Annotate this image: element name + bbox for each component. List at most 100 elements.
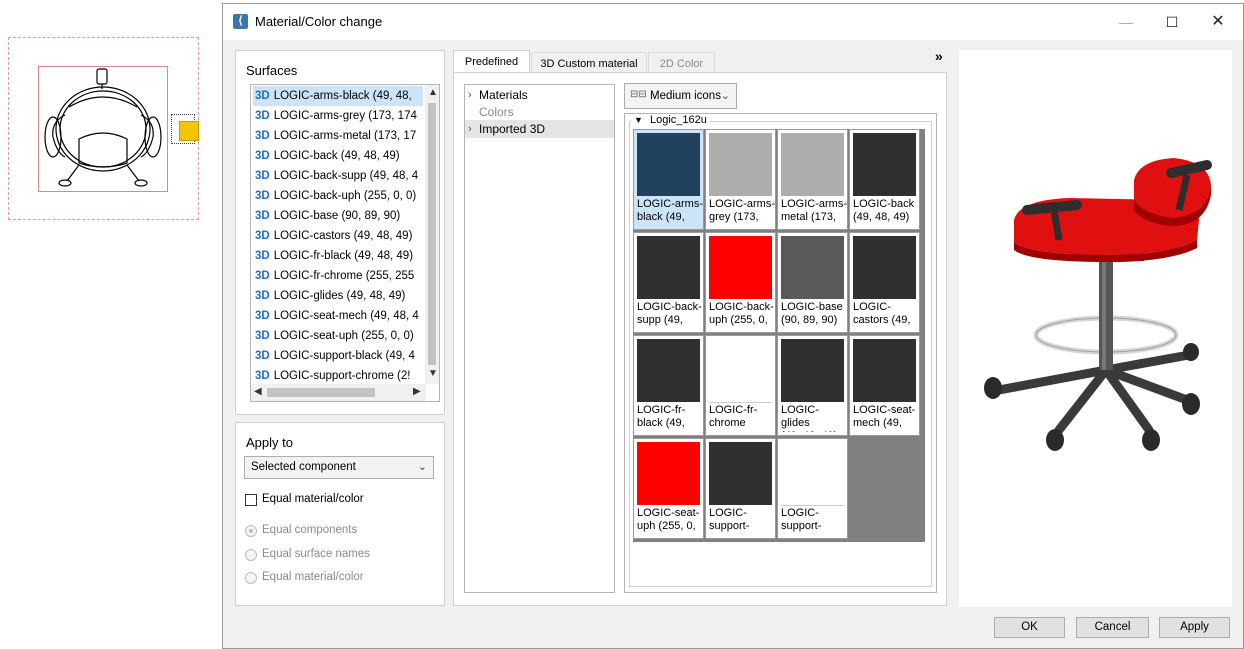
material-swatch-item[interactable]: LOGIC-back- supp (49, (633, 232, 704, 333)
surface-list-item[interactable]: 3D LOGIC-fr-black (49, 48, 49) (253, 246, 423, 266)
apply-to-select[interactable]: Selected component ⌄ (244, 456, 434, 479)
color-swatch (709, 236, 772, 299)
selected-object-frame[interactable] (38, 66, 168, 192)
tree-item-label: Materials (479, 88, 528, 102)
minimize-icon[interactable]: — (1103, 4, 1149, 40)
surfaces-vertical-scrollbar[interactable]: ▲ ▼ (425, 85, 439, 384)
surface-list-item[interactable]: 3D LOGIC-arms-black (49, 48, (253, 86, 423, 106)
surface-list-item[interactable]: 3D LOGIC-arms-grey (173, 174 (253, 106, 423, 126)
material-swatch-item[interactable]: LOGIC-base (90, 89, 90) (777, 232, 848, 333)
equal-material-checkbox[interactable] (245, 494, 257, 506)
radio-equal-components[interactable] (245, 525, 257, 537)
material-swatch-item[interactable]: LOGIC-fr- chrome (705, 335, 776, 436)
swatch-label: LOGIC-arms- black (49, (637, 198, 703, 223)
color-swatch (637, 133, 700, 196)
material-icons-view: ▼ Logic_162u LOGIC-arms- black (49, LOGIC… (624, 113, 937, 593)
color-swatch (781, 133, 844, 196)
tree-item[interactable]: Colors (465, 103, 614, 121)
surface-list-item[interactable]: 3D LOGIC-glides (49, 48, 49) (253, 286, 423, 306)
app-icon: ⟨ (233, 14, 248, 29)
chevron-right-icon[interactable]: › (468, 86, 472, 104)
surface-type-tag: 3D (255, 350, 270, 362)
surface-list-item[interactable]: 3D LOGIC-back (49, 48, 49) (253, 146, 423, 166)
apply-button[interactable]: Apply (1159, 617, 1230, 638)
surfaces-horizontal-scrollbar[interactable]: ◀ ▶ (251, 384, 426, 401)
group-label: Logic_162u (649, 114, 707, 126)
material-swatch-item[interactable]: LOGIC-fr- black (49, (633, 335, 704, 436)
material-swatch-item[interactable]: LOGIC-seat- uph (255, 0, (633, 438, 704, 539)
swatch-label: LOGIC-seat- uph (255, 0, (637, 507, 700, 532)
surface-label: LOGIC-back (49, 48, 49) (273, 150, 400, 162)
surface-label: LOGIC-back-uph (255, 0, 0) (273, 190, 417, 202)
surface-list-item[interactable]: 3D LOGIC-support-chrome (2! (253, 366, 423, 386)
chevron-right-icon[interactable]: › (468, 120, 472, 138)
material-swatch-item[interactable]: LOGIC-arms- black (49, (633, 129, 704, 230)
surface-list-item[interactable]: 3D LOGIC-fr-chrome (255, 255 (253, 266, 423, 286)
surface-type-tag: 3D (255, 270, 270, 282)
tree-item[interactable]: › Imported 3D (465, 120, 614, 138)
surface-type-tag: 3D (255, 290, 270, 302)
surface-list-item[interactable]: 3D LOGIC-back-uph (255, 0, 0) (253, 186, 423, 206)
cancel-button[interactable]: Cancel (1076, 617, 1149, 638)
color-swatch (637, 236, 700, 299)
material-swatch-item[interactable]: LOGIC- castors (49, (849, 232, 920, 333)
surface-label: LOGIC-glides (49, 48, 49) (273, 290, 406, 302)
surface-label: LOGIC-back-supp (49, 48, 4 (273, 170, 419, 182)
surface-type-tag: 3D (255, 150, 270, 162)
tab-predefined[interactable]: Predefined (453, 50, 530, 72)
material-swatch-item[interactable]: LOGIC- support- (705, 438, 776, 539)
surface-list-item[interactable]: 3D LOGIC-arms-metal (173, 17 (253, 126, 423, 146)
material-swatch-item[interactable]: LOGIC-back (49, 48, 49) (849, 129, 920, 230)
scroll-thumb[interactable] (428, 103, 436, 365)
material-swatch-item[interactable]: LOGIC-glides (49, 48, 49) (777, 335, 848, 436)
material-swatch-item[interactable]: LOGIC-arms- grey (173, (705, 129, 776, 230)
tab-2d-color[interactable]: 2D Color (648, 52, 715, 74)
scroll-down-icon[interactable]: ▼ (428, 368, 438, 379)
material-swatch-item[interactable]: LOGIC-seat- mech (49, (849, 335, 920, 436)
group-header[interactable]: ▼ Logic_162u (631, 114, 710, 126)
chevron-down-icon: ⌄ (720, 90, 730, 102)
hscroll-thumb[interactable] (267, 388, 375, 397)
surface-list-item[interactable]: 3D LOGIC-seat-uph (255, 0, 0) (253, 326, 423, 346)
swatch-label: LOGIC-seat- mech (49, (853, 404, 916, 429)
tab-3d-custom-material[interactable]: 3D Custom material (531, 52, 647, 74)
material-tree[interactable]: › Materials Colors › Imported 3D (464, 84, 615, 593)
surface-label: LOGIC-fr-black (49, 48, 49) (273, 250, 414, 262)
surface-list-item[interactable]: 3D LOGIC-support-black (49, 4 (253, 346, 423, 366)
scroll-right-icon[interactable]: ▶ (413, 386, 421, 397)
scroll-left-icon[interactable]: ◀ (254, 386, 262, 397)
surface-type-tag: 3D (255, 190, 270, 202)
expand-panel-button[interactable]: » (935, 48, 943, 64)
surface-type-tag: 3D (255, 310, 270, 322)
surface-label: LOGIC-arms-grey (173, 174 (273, 110, 417, 122)
material-swatch-item[interactable]: LOGIC- support- (777, 438, 848, 539)
surface-list-item[interactable]: 3D LOGIC-seat-mech (49, 48, 4 (253, 306, 423, 326)
insertion-handle[interactable] (171, 114, 199, 144)
radio-equal-components-label: Equal components (262, 524, 358, 536)
scroll-up-icon[interactable]: ▲ (428, 87, 438, 98)
yellow-marker-icon (179, 121, 199, 141)
surface-type-tag: 3D (255, 370, 270, 382)
maximize-icon[interactable]: ☐ (1149, 4, 1195, 40)
surfaces-list[interactable]: 3D LOGIC-arms-black (49, 48, 3D LOGIC-arms-… (250, 84, 440, 402)
surface-list-item[interactable]: 3D LOGIC-base (90, 89, 90) (253, 206, 423, 226)
surface-list-item[interactable]: 3D LOGIC-castors (49, 48, 49) (253, 226, 423, 246)
radio-equal-surface-names[interactable] (245, 549, 257, 561)
material-swatch-item[interactable]: LOGIC-arms- metal (173, (777, 129, 848, 230)
color-swatch (781, 442, 844, 506)
tree-item-label: Colors (479, 105, 514, 119)
3d-preview[interactable] (959, 50, 1232, 607)
office-chair-preview-image (984, 158, 1212, 451)
view-mode-select[interactable]: ⊟⊟ Medium icons ⌄ (624, 83, 737, 109)
close-icon[interactable]: ✕ (1195, 4, 1241, 40)
surface-list-item[interactable]: 3D LOGIC-back-supp (49, 48, 4 (253, 166, 423, 186)
material-swatch-item[interactable]: LOGIC-back- uph (255, 0, (705, 232, 776, 333)
color-swatch (781, 339, 844, 402)
apply-to-selected: Selected component (251, 461, 356, 473)
surface-type-tag: 3D (255, 330, 270, 342)
ok-button[interactable]: OK (994, 617, 1065, 638)
radio-equal-material-color[interactable] (245, 572, 257, 584)
color-swatch (853, 236, 916, 299)
swatch-label: LOGIC- support- (781, 507, 822, 532)
tree-item[interactable]: › Materials (465, 86, 614, 104)
